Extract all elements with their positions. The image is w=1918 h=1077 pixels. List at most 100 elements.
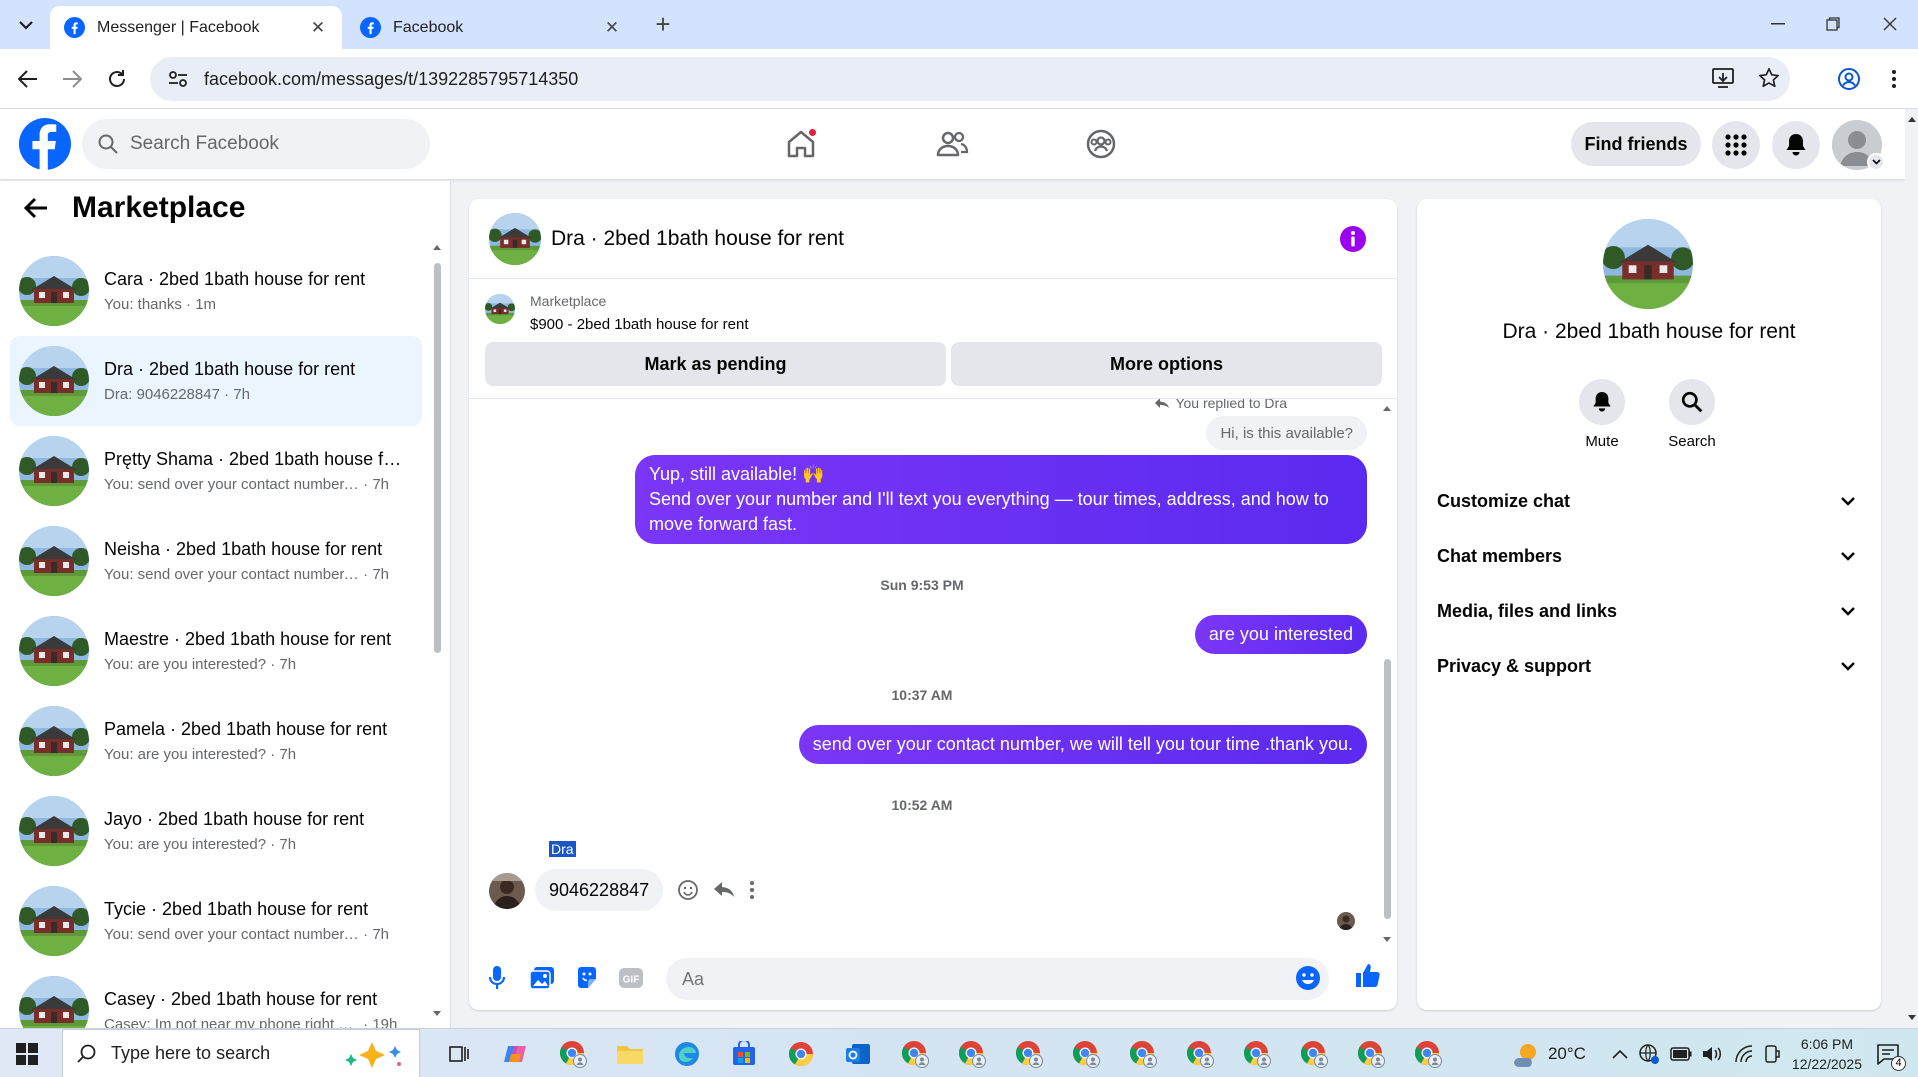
listing-thumbnail[interactable]: [485, 294, 515, 324]
chat-members-section[interactable]: Chat members: [1437, 536, 1861, 576]
browser-tab-facebook[interactable]: Facebook ✕: [346, 6, 636, 49]
volume-icon[interactable]: [1702, 1045, 1724, 1063]
conversation-item[interactable]: Cara · 2bed 1bath house for rent You: tha…: [10, 246, 422, 336]
taskbar-search[interactable]: Type here to search: [62, 1029, 420, 1077]
chat-scrollbar[interactable]: [1381, 404, 1393, 944]
details-avatar[interactable]: [1603, 219, 1693, 309]
tab-search-dropdown[interactable]: [12, 12, 40, 38]
menu-button[interactable]: [1712, 121, 1760, 169]
gif-button[interactable]: GIF: [615, 962, 647, 994]
sticker-button[interactable]: [571, 962, 603, 994]
account-chevron[interactable]: [1867, 153, 1885, 171]
more-options-button[interactable]: More options: [951, 342, 1382, 386]
page-scrollbar[interactable]: [1905, 109, 1918, 1028]
conversation-item[interactable]: Dra · 2bed 1bath house for rent Dra: 9046…: [10, 336, 422, 426]
taskbar-clock[interactable]: 6:06 PM 12/22/2025: [1792, 1034, 1862, 1074]
chat-title[interactable]: Dra · 2bed 1bath house for rent: [551, 227, 844, 251]
network-globe-icon[interactable]: [1638, 1043, 1660, 1065]
reload-button[interactable]: [102, 64, 132, 94]
battery-icon[interactable]: [1670, 1046, 1692, 1061]
wifi-icon[interactable]: [1734, 1044, 1754, 1063]
install-app-icon[interactable]: [1712, 67, 1736, 89]
customize-chat-section[interactable]: Customize chat: [1437, 481, 1861, 521]
device-icon[interactable]: [1764, 1044, 1780, 1063]
taskbar-app-chrome-profile[interactable]: [886, 1035, 943, 1072]
voice-clip-button[interactable]: [481, 962, 513, 994]
conversation-item[interactable]: Neisha · 2bed 1bath house for rent You: s…: [10, 516, 422, 606]
taskbar-app-chrome-profile[interactable]: [1228, 1035, 1285, 1072]
scrollbar-thumb[interactable]: [1384, 659, 1391, 919]
taskbar-app-chrome-profile[interactable]: [1399, 1035, 1456, 1072]
notifications-button[interactable]: [1772, 121, 1820, 169]
close-window-button[interactable]: [1870, 10, 1910, 38]
back-arrow-icon[interactable]: [24, 197, 48, 219]
taskbar-app-microsoft-store[interactable]: [715, 1035, 772, 1072]
quoted-message[interactable]: Hi, is this available?: [1206, 416, 1367, 450]
react-emoji-icon[interactable]: [677, 879, 699, 901]
taskbar-app-chrome-profile[interactable]: [1000, 1035, 1057, 1072]
tab-close-icon[interactable]: ✕: [308, 18, 328, 38]
reply-icon[interactable]: [713, 881, 735, 899]
privacy-support-section[interactable]: Privacy & support: [1437, 646, 1861, 686]
site-info-icon[interactable]: [168, 70, 188, 88]
bookmark-star-icon[interactable]: [1758, 67, 1780, 89]
facebook-logo-icon[interactable]: [19, 118, 71, 170]
attach-photo-button[interactable]: [526, 962, 558, 994]
info-icon[interactable]: [1339, 225, 1367, 253]
taskbar-app-chrome-profile[interactable]: [1285, 1035, 1342, 1072]
weather-widget[interactable]: 20°C: [1510, 1041, 1586, 1067]
url-bar[interactable]: facebook.com/messages/t/1392285795714350: [150, 57, 1790, 101]
taskbar-app-chrome-profile[interactable]: [1114, 1035, 1171, 1072]
conversation-item[interactable]: Jayo · 2bed 1bath house for rent You: are…: [10, 786, 422, 876]
outgoing-message[interactable]: Yup, still available! 🙌 Send over your n…: [635, 455, 1367, 544]
scrollbar-thumb[interactable]: [434, 263, 441, 653]
tab-close-icon[interactable]: ✕: [602, 18, 622, 38]
conversation-item[interactable]: Pamela · 2bed 1bath house for rent You: a…: [10, 696, 422, 786]
outgoing-message[interactable]: are you interested: [1194, 615, 1367, 654]
taskbar-app-chrome-profile[interactable]: [544, 1035, 601, 1072]
browser-menu-button[interactable]: [1879, 64, 1909, 94]
minimize-button[interactable]: [1758, 10, 1798, 38]
taskbar-app-copilot[interactable]: [487, 1035, 544, 1072]
media-files-links-section[interactable]: Media, files and links: [1437, 591, 1861, 631]
scroll-down-icon[interactable]: [1382, 936, 1392, 944]
nav-home[interactable]: [777, 121, 825, 167]
conversation-item[interactable]: Prętty Shama · 2bed 1bath house for rent…: [10, 426, 422, 516]
more-vertical-icon[interactable]: [749, 880, 755, 900]
sidebar-scrollbar[interactable]: [432, 243, 442, 1018]
thumbs-up-icon[interactable]: [1354, 961, 1382, 989]
taskbar-app-chrome-profile[interactable]: [1342, 1035, 1399, 1072]
message-input[interactable]: [666, 958, 1329, 1000]
listing-title[interactable]: $900 - 2bed 1bath house for rent: [530, 316, 749, 333]
taskbar-app-chrome-profile[interactable]: [1171, 1035, 1228, 1072]
scroll-down-icon[interactable]: [432, 1010, 442, 1018]
find-friends-button[interactable]: Find friends: [1571, 122, 1701, 166]
mark-as-pending-button[interactable]: Mark as pending: [485, 342, 946, 386]
chat-thumbnail[interactable]: [489, 212, 541, 265]
conversation-item[interactable]: Maestre · 2bed 1bath house for rent You: …: [10, 606, 422, 696]
taskbar-app-edge[interactable]: [658, 1035, 715, 1072]
taskbar-app-file-explorer[interactable]: [601, 1035, 658, 1072]
taskbar-app-chrome-profile[interactable]: [943, 1035, 1000, 1072]
windows-start-icon[interactable]: [16, 1043, 38, 1065]
taskbar-app-outlook[interactable]: [829, 1035, 886, 1072]
scroll-up-icon[interactable]: [1382, 404, 1392, 412]
nav-groups[interactable]: [1077, 121, 1125, 167]
profile-button[interactable]: [1834, 64, 1864, 94]
scroll-up-icon[interactable]: [432, 243, 442, 251]
restore-button[interactable]: [1813, 10, 1853, 38]
scroll-up-icon[interactable]: [1907, 115, 1917, 123]
conversation-item[interactable]: Tycie · 2bed 1bath house for rent You: se…: [10, 876, 422, 966]
back-button[interactable]: [13, 64, 43, 94]
incoming-message[interactable]: 9046228847: [535, 869, 664, 911]
conversation-item[interactable]: Casey · 2bed 1bath house for rent Casey: …: [10, 966, 422, 1028]
taskbar-app-chrome-profile[interactable]: [1057, 1035, 1114, 1072]
taskbar-app-chrome[interactable]: [772, 1035, 829, 1072]
scroll-down-icon[interactable]: [1907, 1014, 1917, 1022]
outgoing-message[interactable]: send over your contact number, we will t…: [798, 725, 1367, 764]
facebook-search-input[interactable]: Search Facebook: [82, 119, 430, 169]
notification-center-button[interactable]: 4: [1876, 1043, 1906, 1071]
mute-action[interactable]: Mute: [1562, 379, 1642, 450]
browser-tab-messenger[interactable]: Messenger | Facebook ✕: [50, 6, 342, 49]
chevron-up-icon[interactable]: [1612, 1049, 1628, 1059]
